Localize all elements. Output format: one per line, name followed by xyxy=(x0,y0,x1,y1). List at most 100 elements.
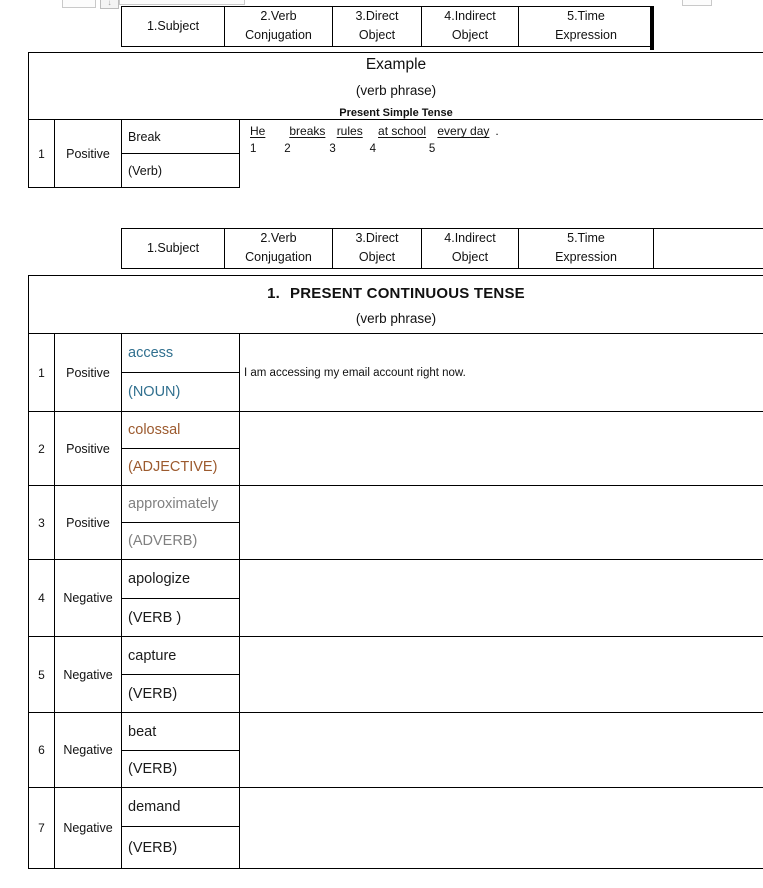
column-header-indirect-object: 4.Indirect Object xyxy=(421,6,519,47)
column-header-table-main: 1.Subject 2.Verb Conjugation 3.Direct Ob… xyxy=(121,228,763,269)
row-pos: (NOUN) xyxy=(128,384,181,400)
column-header-spacer xyxy=(653,228,763,269)
row-lexeme: Break xyxy=(128,129,161,144)
table-row: 1 Positive access (NOUN) I am accessing … xyxy=(28,333,763,412)
row-word-cell: beat (VERB) xyxy=(121,712,240,788)
column-header-subject-2: 1.Subject xyxy=(121,228,225,269)
row-pos-box: (VERB ) xyxy=(122,599,239,636)
row-index: 4 xyxy=(28,559,55,637)
row-sentence-cell[interactable] xyxy=(239,636,763,713)
row-pos: (VERB) xyxy=(128,761,178,777)
row-pos: (VERB) xyxy=(128,685,178,702)
sentence-segment-1: He xyxy=(250,124,266,138)
table-move-handle-icon[interactable]: ↓ xyxy=(100,0,119,9)
row-word-cell: approximately (ADVERB) xyxy=(121,485,240,560)
row-index: 3 xyxy=(28,485,55,560)
row-polarity: Positive xyxy=(54,333,122,412)
column-header-subject: 1.Subject xyxy=(121,6,225,47)
table-row: 6 Negative beat (VERB) xyxy=(28,712,763,788)
table-row: 4 Negative apologize (VERB ) xyxy=(28,559,763,637)
example-heading: Example xyxy=(365,56,427,73)
table-row: 7 Negative demand (VERB) xyxy=(28,787,763,869)
row-lexeme: demand xyxy=(128,799,181,815)
example-tense-note: Present Simple Tense xyxy=(339,107,453,119)
row-pos: (VERB) xyxy=(128,839,178,856)
example-banner-cell: Example (verb phrase) Present Simple Ten… xyxy=(27,52,763,120)
table-row: 1 Positive Break (Verb) He breaks rules … xyxy=(28,119,763,188)
table-row: 2 Positive colossal (ADJECTIVE) xyxy=(28,411,763,486)
main-title: 1. PRESENT CONTINUOUS TENSE xyxy=(29,285,763,302)
table-row: 3 Positive approximately (ADVERB) xyxy=(28,485,763,560)
row-index: 5 xyxy=(28,636,55,713)
artifact-box-right xyxy=(682,0,712,6)
row-index: 7 xyxy=(28,787,55,869)
column-header-verb-conjugation: 2.Verb Conjugation xyxy=(224,6,333,47)
column-header-direct-object: 3.Direct Object xyxy=(332,6,422,47)
sentence-terminator: . xyxy=(495,124,499,138)
row-sentence-cell[interactable] xyxy=(239,712,763,788)
row-lexeme: approximately xyxy=(128,496,219,512)
row-lexeme-box: demand xyxy=(122,788,239,827)
row-index: 1 xyxy=(28,333,55,412)
row-word-cell: demand (VERB) xyxy=(121,787,240,869)
row-lexeme: access xyxy=(128,345,174,361)
row-pos-box: (ADVERB) xyxy=(122,523,239,559)
row-pos: (Verb) xyxy=(128,163,163,178)
column-header-time-expression: 5.Time Expression xyxy=(518,6,654,47)
row-sentence-cell[interactable]: I am accessing my email account right no… xyxy=(239,333,763,412)
row-index: 1 xyxy=(28,119,55,188)
row-lexeme-box: apologize xyxy=(122,560,239,599)
table-row: 1.Subject 2.Verb Conjugation 3.Direct Ob… xyxy=(121,228,763,269)
column-header-verb-conjugation-2: 2.Verb Conjugation xyxy=(224,228,333,269)
row-polarity: Negative xyxy=(54,787,122,869)
row-pos-box: (ADJECTIVE) xyxy=(122,449,239,485)
artifact-box-mid xyxy=(119,0,245,5)
segment-number-3: 3 xyxy=(329,142,336,155)
row-sentence-cell[interactable] xyxy=(239,559,763,637)
row-lexeme: capture xyxy=(128,647,177,664)
row-polarity: Negative xyxy=(54,712,122,788)
present-continuous-table: 1. PRESENT CONTINUOUS TENSE (verb phrase)… xyxy=(28,275,763,869)
row-pos: (ADVERB) xyxy=(128,533,198,549)
row-pos-box: (Verb) xyxy=(122,154,239,187)
sentence-segment-2: breaks xyxy=(289,124,326,138)
example-table: Example (verb phrase) Present Simple Ten… xyxy=(27,52,763,188)
row-lexeme-box: approximately xyxy=(122,486,239,523)
sentence-segment-3: rules xyxy=(336,124,363,138)
main-title-number: 1. xyxy=(267,285,281,302)
row-pos-box: (VERB) xyxy=(122,827,239,868)
main-subtitle: (verb phrase) xyxy=(355,311,437,326)
segment-number-5: 5 xyxy=(428,142,436,155)
row-lexeme-box: colossal xyxy=(122,412,239,449)
row-polarity: Negative xyxy=(54,636,122,713)
column-header-direct-object-2: 3.Direct Object xyxy=(332,228,422,269)
main-title-row: 1. PRESENT CONTINUOUS TENSE (verb phrase) xyxy=(28,275,763,334)
row-pos-box: (VERB) xyxy=(122,675,239,712)
row-word-cell: capture (VERB) xyxy=(121,636,240,713)
row-polarity: Positive xyxy=(54,119,122,188)
row-lexeme-box: beat xyxy=(122,713,239,751)
row-sentence-cell[interactable] xyxy=(239,411,763,486)
table-row: 5 Negative capture (VERB) xyxy=(28,636,763,713)
sentence-segment-5: every day xyxy=(437,124,490,138)
row-lexeme: beat xyxy=(128,723,157,740)
row-polarity: Positive xyxy=(54,485,122,560)
row-sentence-cell[interactable] xyxy=(239,485,763,560)
example-sentence-line: He breaks rules at school every day. xyxy=(250,124,760,139)
row-word-cell: access (NOUN) xyxy=(121,333,240,412)
row-pos: (VERB ) xyxy=(128,609,182,626)
row-word-cell: Break (Verb) xyxy=(121,119,240,188)
row-lexeme-box: access xyxy=(122,334,239,373)
row-word-cell: apologize (VERB ) xyxy=(121,559,240,637)
table-row: 1.Subject 2.Verb Conjugation 3.Direct Ob… xyxy=(121,6,654,47)
artifact-box-left xyxy=(62,0,96,8)
row-index: 2 xyxy=(28,411,55,486)
main-title-text: PRESENT CONTINUOUS TENSE xyxy=(290,285,525,302)
row-lexeme-box: Break xyxy=(122,120,239,154)
example-sentence-cell: He breaks rules at school every day. 1 2… xyxy=(238,119,763,188)
row-lexeme: apologize xyxy=(128,571,191,587)
segment-number-1: 1 xyxy=(250,142,257,155)
segment-number-2: 2 xyxy=(284,142,291,155)
row-sentence-cell[interactable] xyxy=(239,787,763,869)
row-index: 6 xyxy=(28,712,55,788)
